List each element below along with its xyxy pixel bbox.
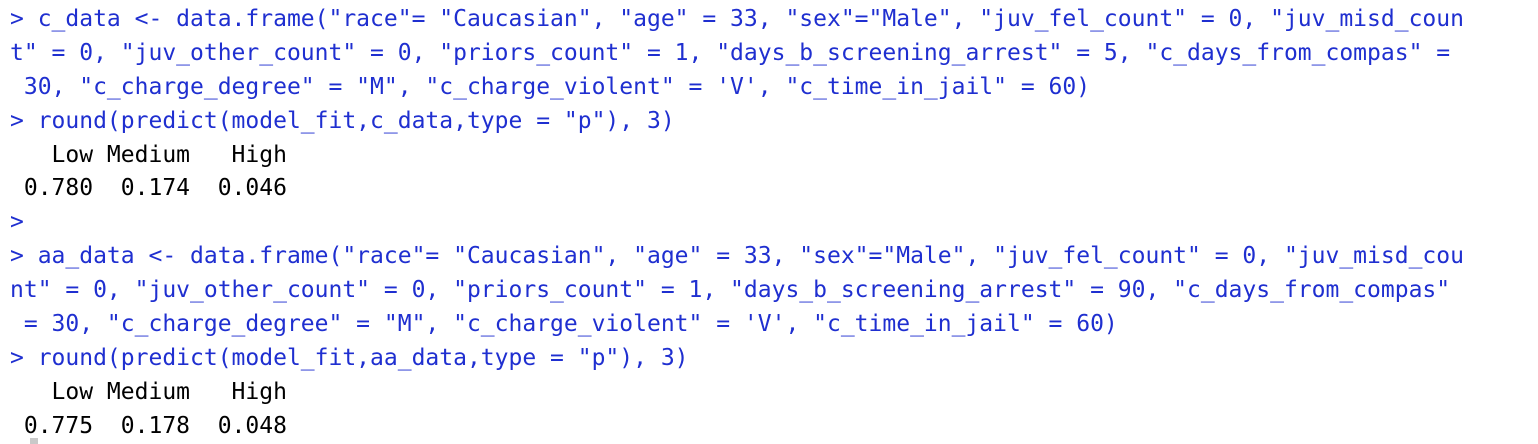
console-line-output: 0.780 0.174 0.046: [10, 175, 287, 201]
console-line-input: > aa_data <- data.frame("race"= "Caucasi…: [10, 243, 1464, 269]
console-prompt: >: [10, 209, 24, 235]
console-line-input: 30, "c_charge_degree" = "M", "c_charge_v…: [10, 74, 1091, 100]
console-line-input: nt" = 0, "juv_other_count" = 0, "priors_…: [10, 277, 1451, 303]
console-line-input: > round(predict(model_fit,c_data,type = …: [10, 108, 675, 134]
console-line-output: 0.775 0.178 0.048: [10, 413, 287, 439]
console-line-input: > c_data <- data.frame("race"= "Caucasia…: [10, 6, 1464, 32]
console-cursor: [30, 438, 38, 444]
r-console[interactable]: > c_data <- data.frame("race"= "Caucasia…: [0, 0, 1538, 444]
console-line-input: = 30, "c_charge_degree" = "M", "c_charge…: [10, 311, 1118, 337]
console-line-output: Low Medium High: [10, 379, 287, 405]
console-line-output: Low Medium High: [10, 142, 287, 168]
console-line-input: > round(predict(model_fit,aa_data,type =…: [10, 345, 689, 371]
console-line-input: t" = 0, "juv_other_count" = 0, "priors_c…: [10, 40, 1451, 66]
